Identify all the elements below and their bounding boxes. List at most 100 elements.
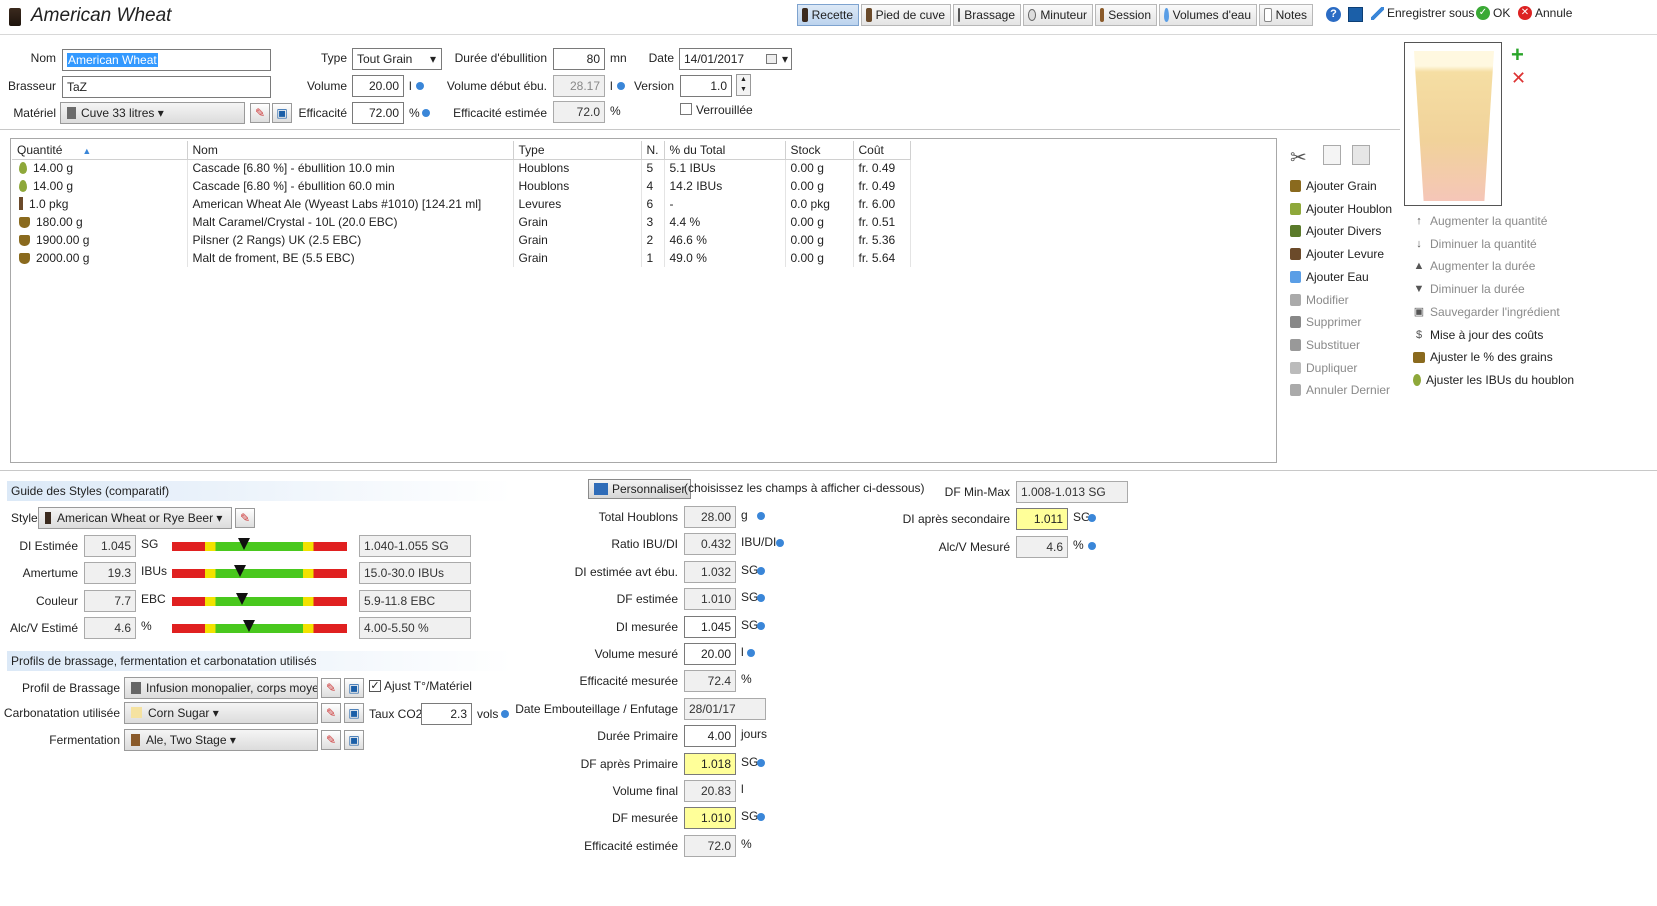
style-edit-button[interactable]: ✎ bbox=[235, 508, 255, 528]
copy-icon[interactable] bbox=[1323, 145, 1341, 165]
help-icon[interactable]: ? bbox=[1326, 7, 1341, 22]
table-cell-type: Grain bbox=[513, 249, 642, 267]
col-pct[interactable]: % du Total bbox=[664, 141, 786, 160]
custom-field-value[interactable]: 1.045 bbox=[684, 615, 736, 638]
action-ajuster-les-ibus-du-houblon[interactable]: Ajuster les IBUs du houblon bbox=[1413, 373, 1574, 387]
action-ajouter-divers[interactable]: Ajouter Divers bbox=[1290, 224, 1381, 238]
action-dupliquer[interactable]: Dupliquer bbox=[1290, 361, 1357, 375]
right-field-label: DF Min-Max bbox=[944, 485, 1010, 499]
brasseur-field[interactable]: TaZ bbox=[62, 76, 271, 98]
action-modifier[interactable]: Modifier bbox=[1290, 293, 1349, 307]
table-row[interactable]: 14.00 g Cascade [6.80 %] - ébullition 10.… bbox=[12, 159, 911, 177]
carbonatation-select[interactable]: Corn Sugar ▾ bbox=[124, 702, 318, 724]
dollar-icon: $ bbox=[1415, 328, 1423, 341]
action-ajouter-houblon[interactable]: Ajouter Houblon bbox=[1290, 202, 1392, 216]
materiel-select[interactable]: Cuve 33 litres ▾ bbox=[60, 102, 245, 124]
custom-field-value: 0.432 bbox=[684, 533, 736, 556]
action-diminuer-la-quantit-[interactable]: ↓ Diminuer la quantité bbox=[1413, 237, 1536, 251]
ok-button[interactable]: ✓ OK bbox=[1476, 6, 1510, 20]
custom-field-value[interactable]: 1.018 bbox=[684, 752, 736, 775]
action-mise-jour-des-co-ts[interactable]: $ Mise à jour des coûts bbox=[1413, 328, 1543, 342]
verrouillee-checkbox[interactable] bbox=[680, 103, 692, 115]
carbonatation-save-button[interactable]: ▣ bbox=[344, 703, 364, 723]
mid-divider bbox=[0, 470, 1657, 471]
cut-icon[interactable]: ✂ bbox=[1290, 145, 1307, 170]
nom-field[interactable]: American Wheat bbox=[62, 49, 271, 71]
fermentation-edit-button[interactable]: ✎ bbox=[321, 730, 341, 750]
action-augmenter-la-dur-e[interactable]: ▲ Augmenter la durée bbox=[1413, 259, 1536, 273]
taux-co2-field[interactable]: 2.3 bbox=[421, 703, 472, 725]
hop-icon bbox=[1413, 373, 1421, 386]
col-stock[interactable]: Stock bbox=[785, 141, 854, 160]
right-field-value[interactable]: 1.011 bbox=[1016, 508, 1068, 531]
custom-field-value[interactable]: 20.00 bbox=[684, 643, 736, 665]
action-supprimer[interactable]: Supprimer bbox=[1290, 315, 1361, 329]
volume-label: Volume bbox=[306, 79, 347, 93]
materiel-save-button[interactable]: ▣ bbox=[272, 103, 292, 123]
gauge-marker bbox=[234, 565, 247, 578]
tab-pied-de-cuve[interactable]: Pied de cuve bbox=[861, 4, 951, 26]
version-spinner[interactable]: ▲ ▼ bbox=[736, 74, 751, 96]
efficacite-field[interactable]: 72.00 bbox=[352, 102, 404, 124]
table-row[interactable]: 14.00 g Cascade [6.80 %] - ébullition 60.… bbox=[12, 177, 911, 195]
volume-field[interactable]: 20.00 bbox=[352, 75, 404, 97]
undo-icon bbox=[1290, 384, 1301, 397]
yeast-icon bbox=[1290, 248, 1301, 261]
action-ajuster-le-des-grains[interactable]: Ajuster le % des grains bbox=[1413, 350, 1553, 364]
style-row-label: Couleur bbox=[35, 593, 78, 608]
save-as-button[interactable]: Enregistrer sous bbox=[1371, 6, 1474, 20]
custom-field-label: Date Embouteillage / Enfutage bbox=[515, 701, 678, 716]
table-row[interactable]: 180.00 g Malt Caramel/Crystal - 10L (20.0… bbox=[12, 213, 911, 231]
tab-volumes-eau[interactable]: Volumes d'eau bbox=[1159, 4, 1257, 26]
action-augmenter-la-quantit-[interactable]: ↑ Augmenter la quantité bbox=[1413, 214, 1547, 228]
action-substituer[interactable]: Substituer bbox=[1290, 338, 1360, 352]
fermentation-select[interactable]: Ale, Two Stage ▾ bbox=[124, 729, 318, 751]
table-row[interactable]: 1.0 pkg American Wheat Ale (Wyeast Labs #… bbox=[12, 195, 911, 213]
action-ajouter-eau[interactable]: Ajouter Eau bbox=[1290, 270, 1369, 284]
action-annuler-dernier[interactable]: Annuler Dernier bbox=[1290, 383, 1390, 397]
tab-session[interactable]: Session bbox=[1095, 4, 1157, 26]
fermentation-save-button[interactable]: ▣ bbox=[344, 730, 364, 750]
tab-recette[interactable]: Recette bbox=[797, 4, 859, 26]
brassage-profile-select[interactable]: Infusion monopalier, corps moyen, bbox=[124, 677, 318, 699]
table-row[interactable]: 2000.00 g Malt de froment, BE (5.5 EBC) Gr… bbox=[12, 249, 911, 267]
type-select[interactable]: Tout Grain ▾ bbox=[352, 48, 442, 70]
duree-field[interactable]: 80 bbox=[553, 48, 605, 70]
toolbar-divider bbox=[0, 34, 1657, 35]
action-sauvegarder-l-ingr-dient[interactable]: ▣ Sauvegarder l'ingrédient bbox=[1413, 305, 1560, 319]
version-field[interactable]: 1.0 bbox=[680, 75, 732, 97]
cancel-button[interactable]: ✕ Annule bbox=[1518, 6, 1572, 20]
action-diminuer-la-dur-e[interactable]: ▼ Diminuer la durée bbox=[1413, 282, 1525, 296]
style-row-unit: EBC bbox=[141, 591, 166, 606]
remove-image-icon[interactable]: ✕ bbox=[1511, 69, 1527, 87]
save-icon[interactable] bbox=[1348, 7, 1363, 22]
date-picker[interactable]: 14/01/2017 ▾ bbox=[679, 48, 792, 70]
tab-minuteur[interactable]: Minuteur bbox=[1023, 4, 1093, 26]
table-row[interactable]: 1900.00 g Pilsner (2 Rangs) UK (2.5 EBC) G… bbox=[12, 231, 911, 249]
carbonatation-edit-button[interactable]: ✎ bbox=[321, 703, 341, 723]
col-type[interactable]: Type bbox=[513, 141, 642, 160]
custom-field-value[interactable]: 1.010 bbox=[684, 807, 736, 830]
style-select[interactable]: American Wheat or Rye Beer ▾ bbox=[38, 507, 232, 529]
eff-est-label: Efficacité estimée bbox=[453, 106, 547, 120]
tab-brassage[interactable]: Brassage bbox=[953, 4, 1021, 26]
calendar-icon[interactable] bbox=[766, 54, 777, 64]
materiel-edit-button[interactable]: ✎ bbox=[250, 103, 270, 123]
paste-icon[interactable] bbox=[1352, 145, 1370, 165]
brassage-save-button[interactable]: ▣ bbox=[344, 678, 364, 698]
add-image-icon[interactable]: + bbox=[1511, 44, 1527, 66]
tab-notes[interactable]: Notes bbox=[1259, 4, 1313, 26]
brassage-edit-button[interactable]: ✎ bbox=[321, 678, 341, 698]
personnaliser-button[interactable]: Personnaliser bbox=[588, 479, 692, 499]
col-quantite[interactable]: Quantité ▲ bbox=[12, 141, 188, 160]
action-ajouter-grain[interactable]: Ajouter Grain bbox=[1290, 179, 1377, 193]
col-n[interactable]: N. bbox=[641, 141, 665, 160]
duplicate-icon bbox=[1290, 361, 1301, 374]
custom-field-unit: SG bbox=[741, 590, 759, 605]
table-cell-stock: 0.00 g bbox=[785, 213, 854, 231]
col-cout[interactable]: Coût bbox=[853, 141, 911, 160]
col-nom[interactable]: Nom bbox=[187, 141, 514, 160]
ajust-checkbox[interactable]: ✓ bbox=[369, 680, 381, 692]
custom-field-value[interactable]: 4.00 bbox=[684, 725, 736, 748]
action-ajouter-levure[interactable]: Ajouter Levure bbox=[1290, 247, 1384, 261]
